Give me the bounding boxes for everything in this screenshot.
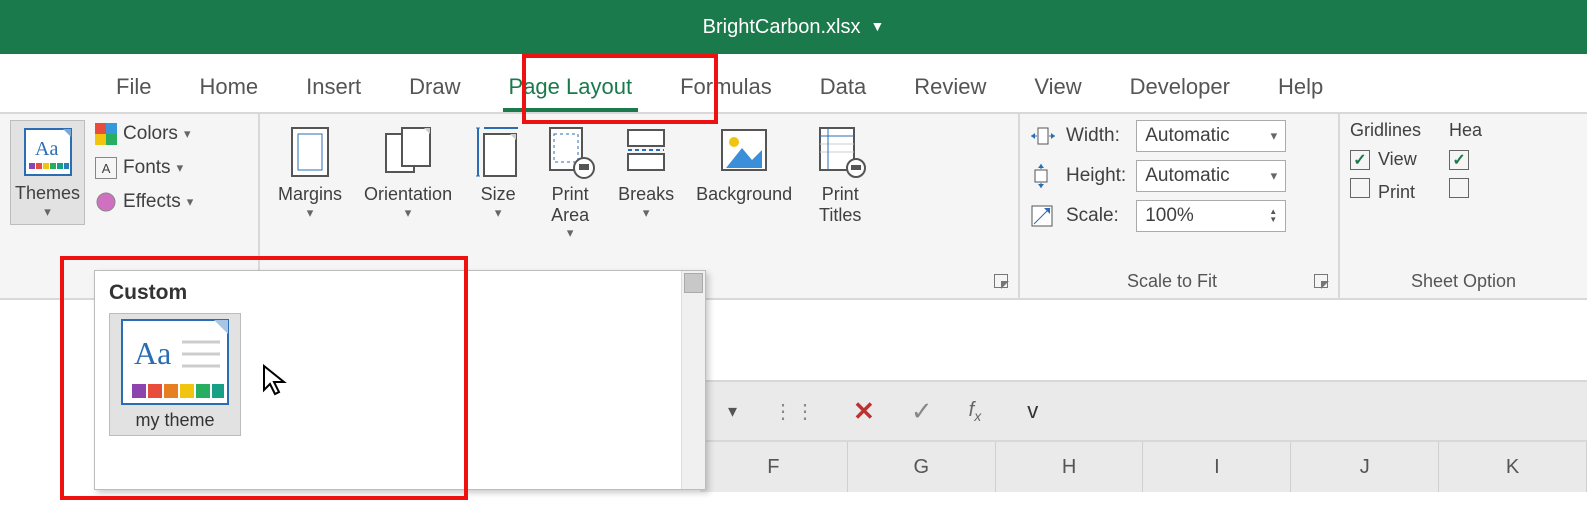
title-dropdown-icon[interactable]: ▼ (870, 18, 884, 34)
breaks-button[interactable]: Breaks▾ (610, 120, 682, 225)
ribbon-tabs: File Home Insert Draw Page Layout Formul… (0, 54, 1587, 114)
size-icon (474, 124, 522, 180)
scale-launcher[interactable] (1314, 274, 1328, 288)
tab-home[interactable]: Home (175, 60, 282, 112)
print-titles-button[interactable]: Print Titles (806, 120, 874, 229)
col-header-j[interactable]: J (1291, 442, 1439, 492)
col-header-g[interactable]: G (848, 442, 996, 492)
sheet-options-label: Sheet Option (1411, 271, 1516, 292)
theme-thumbnail-icon: Aa (120, 318, 230, 406)
chevron-down-icon: ▾ (187, 194, 194, 210)
background-button[interactable]: Background (688, 120, 800, 209)
chevron-down-icon: ▾ (567, 225, 574, 241)
name-box-dropdown[interactable]: ▾ (728, 401, 737, 422)
dropdown-scrollbar[interactable] (681, 271, 705, 489)
formula-input[interactable]: v (1027, 398, 1038, 424)
cursor-icon (262, 364, 290, 398)
tab-insert[interactable]: Insert (282, 60, 385, 112)
print-area-button[interactable]: Print Area▾ (536, 120, 604, 245)
theme-tile-caption: my theme (135, 410, 214, 431)
width-label: Width: (1066, 125, 1126, 147)
orientation-button[interactable]: Orientation▾ (356, 120, 460, 225)
background-icon (718, 124, 770, 180)
gridlines-label: Gridlines (1350, 120, 1421, 141)
col-header-k[interactable]: K (1439, 442, 1587, 492)
chevron-down-icon: ▾ (1271, 128, 1278, 144)
chevron-down-icon: ▾ (184, 126, 191, 142)
height-combo[interactable]: Automatic▾ (1136, 160, 1286, 192)
themes-icon: Aa (21, 125, 75, 179)
colors-icon (95, 123, 117, 145)
gridlines-print-checkbox[interactable]: Print (1350, 178, 1421, 203)
fx-icon[interactable]: fx (969, 399, 982, 424)
tab-data[interactable]: Data (796, 60, 890, 112)
page-setup-launcher[interactable] (994, 274, 1008, 288)
titlebar: BrightCarbon.xlsx ▼ (0, 0, 1587, 54)
gridlines-view-checkbox[interactable]: ✓View (1350, 149, 1421, 170)
tab-review[interactable]: Review (890, 60, 1010, 112)
theme-effects-button[interactable]: Effects ▾ (91, 188, 197, 216)
headings-label: Hea (1449, 120, 1482, 141)
tab-file[interactable]: File (92, 60, 175, 112)
formula-bar: ▾ ⋮⋮ ✕ ✓ fx v (700, 382, 1587, 442)
chevron-down-icon: ▾ (177, 160, 184, 176)
column-headers: F G H I J K (700, 442, 1587, 492)
tab-formulas[interactable]: Formulas (656, 60, 796, 112)
chevron-down-icon: ▾ (405, 205, 412, 221)
themes-section-custom: Custom (109, 281, 691, 305)
headings-view-checkbox[interactable]: ✓ (1449, 149, 1482, 170)
effects-icon (95, 191, 117, 213)
themes-button[interactable]: Aa Themes ▾ (10, 120, 85, 225)
print-area-icon (544, 124, 596, 180)
themes-dropdown-panel: Custom Aa my theme (94, 270, 706, 490)
col-header-i[interactable]: I (1143, 442, 1291, 492)
width-icon (1030, 125, 1056, 147)
theme-fonts-button[interactable]: A Fonts ▾ (91, 154, 197, 182)
group-scale-to-fit: Width: Automatic▾ Height: Automatic▾ Sca… (1020, 114, 1340, 298)
cancel-formula-button[interactable]: ✕ (853, 396, 875, 427)
scale-label: Scale: (1066, 205, 1126, 227)
spinner-arrows-icon: ▲▼ (1269, 208, 1277, 224)
theme-colors-button[interactable]: Colors ▾ (91, 120, 197, 148)
themes-label: Themes (15, 183, 80, 204)
document-title: BrightCarbon.xlsx (703, 16, 861, 39)
tab-page-layout[interactable]: Page Layout (485, 60, 657, 112)
orientation-icon (380, 124, 436, 180)
headings-print-checkbox[interactable] (1449, 178, 1482, 203)
chevron-down-icon: ▾ (1271, 168, 1278, 184)
fonts-icon: A (95, 157, 117, 179)
height-icon (1030, 163, 1056, 189)
chevron-down-icon: ▾ (307, 205, 314, 221)
tab-view[interactable]: View (1010, 60, 1105, 112)
tab-developer[interactable]: Developer (1106, 60, 1254, 112)
group-sheet-options: Gridlines ✓View Print Hea ✓ Sheet Option (1340, 114, 1587, 298)
margins-icon (286, 124, 334, 180)
chevron-down-icon: ▾ (643, 205, 650, 221)
scale-icon (1030, 204, 1056, 228)
margins-button[interactable]: Margins▾ (270, 120, 350, 225)
accept-formula-button[interactable]: ✓ (911, 396, 933, 427)
width-combo[interactable]: Automatic▾ (1136, 120, 1286, 152)
size-button[interactable]: Size▾ (466, 120, 530, 225)
chevron-down-icon: ▾ (495, 205, 502, 221)
chevron-down-icon: ▾ (44, 204, 51, 220)
svg-text:Aa: Aa (134, 335, 171, 371)
grip-icon[interactable]: ⋮⋮ (773, 399, 817, 424)
breaks-icon (622, 124, 670, 180)
scale-to-fit-label: Scale to Fit (1127, 271, 1217, 292)
col-header-h[interactable]: H (996, 442, 1144, 492)
col-header-f[interactable]: F (700, 442, 848, 492)
scale-spinner[interactable]: 100%▲▼ (1136, 200, 1286, 232)
svg-text:Aa: Aa (35, 138, 58, 160)
theme-tile-my-theme[interactable]: Aa my theme (109, 313, 241, 436)
height-label: Height: (1066, 165, 1126, 187)
worksheet-area: ▾ ⋮⋮ ✕ ✓ fx v F G H I J K (700, 380, 1587, 527)
tab-draw[interactable]: Draw (385, 60, 484, 112)
print-titles-icon (814, 124, 866, 180)
tab-help[interactable]: Help (1254, 60, 1347, 112)
